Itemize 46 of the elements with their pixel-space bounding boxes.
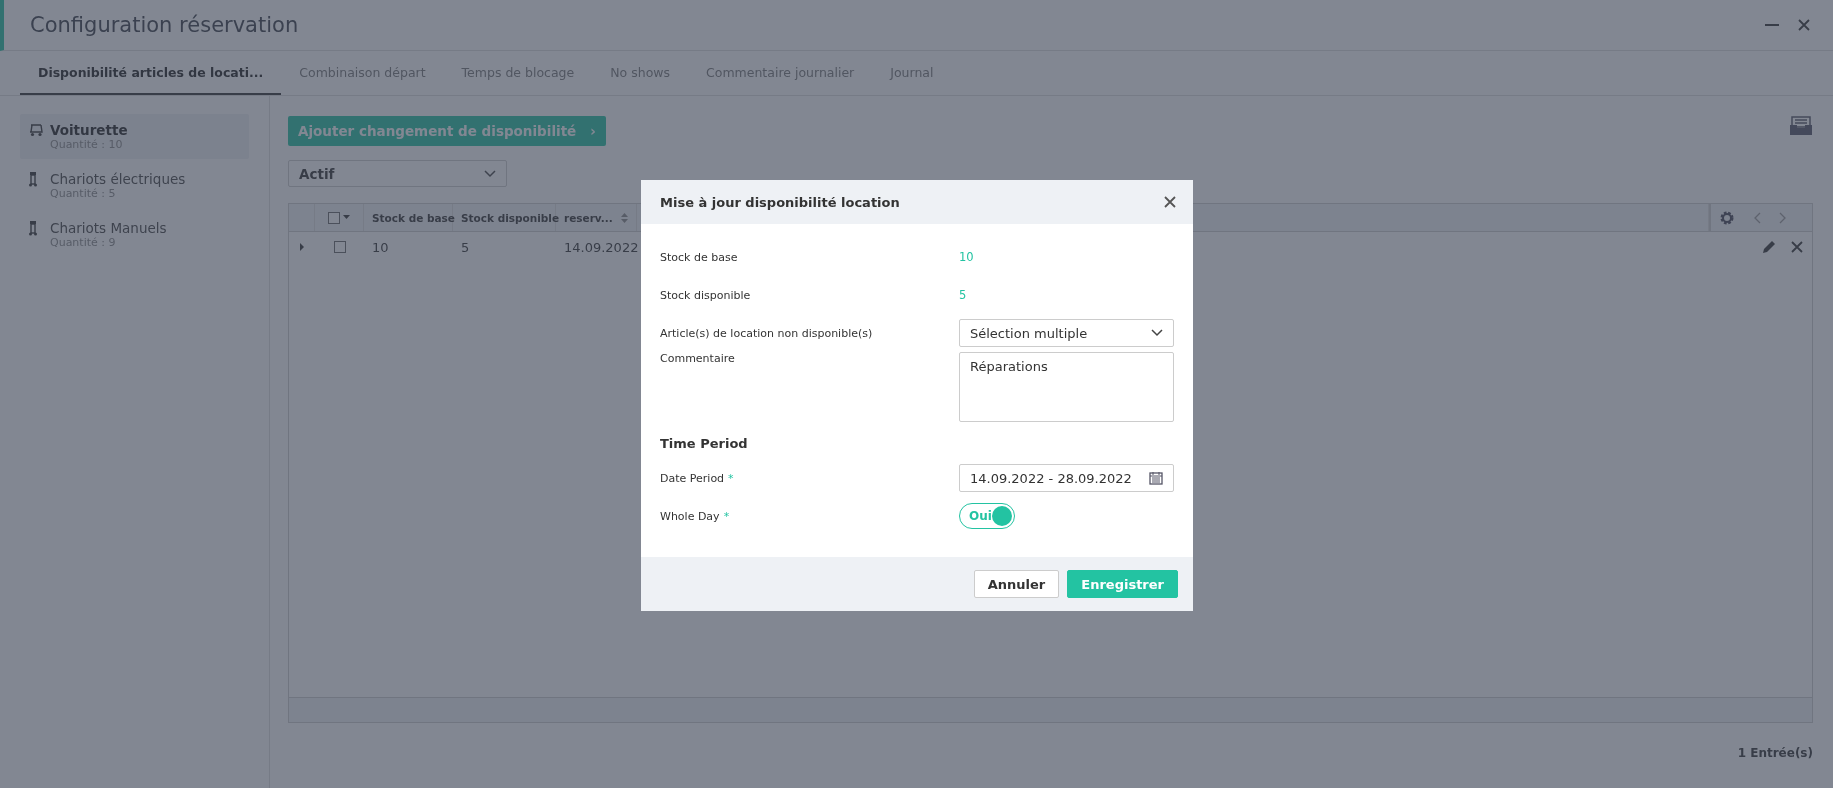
entry-count: 1 Entrée(s): [1737, 746, 1813, 760]
table-cell: 14.09.2022: [564, 239, 639, 255]
sort-icon[interactable]: [621, 212, 628, 223]
dialog-title: Mise à jour disponibilité location: [660, 194, 900, 210]
field-value: 10: [959, 250, 975, 264]
settings-icon[interactable]: [1719, 209, 1735, 226]
chevron-right-icon[interactable]: [1779, 211, 1787, 224]
close-icon[interactable]: [1163, 195, 1177, 209]
chevron-left-icon[interactable]: [1753, 211, 1761, 224]
inbox-tray-icon[interactable]: [1789, 116, 1813, 136]
table-cell: 10: [372, 239, 389, 255]
comment-textarea[interactable]: Réparations: [959, 352, 1174, 422]
field-label: Article(s) de location non disponible(s): [660, 326, 874, 340]
multi-select-dropdown[interactable]: Sélection multiple: [959, 319, 1174, 347]
caret-down-icon[interactable]: [343, 215, 350, 220]
required-mark: *: [728, 471, 734, 485]
golf-cart-icon: [28, 123, 44, 137]
field-label: Stock disponible: [660, 288, 752, 302]
required-mark: *: [723, 509, 730, 523]
pencil-icon[interactable]: [1762, 240, 1776, 254]
date-range-field[interactable]: 14.09.2022 - 28.09.2022: [959, 464, 1174, 492]
row-checkbox[interactable]: [333, 241, 346, 253]
section-heading: Time Period: [660, 436, 749, 451]
calendar-icon[interactable]: [1149, 471, 1163, 485]
expand-arrow-icon[interactable]: [299, 243, 305, 251]
cancel-button[interactable]: Annuler: [973, 570, 1060, 598]
field-label: Date Period: [660, 471, 725, 485]
status-filter-dropdown[interactable]: Actif: [288, 160, 507, 187]
golf-bag-icon: [28, 220, 38, 236]
delete-icon[interactable]: [1790, 240, 1804, 254]
golf-bag-icon: [28, 171, 38, 187]
toggle-switch[interactable]: Oui: [959, 503, 1015, 529]
save-button[interactable]: Enregistrer: [1067, 570, 1178, 598]
table-cell: 5: [461, 239, 470, 255]
close-icon[interactable]: [1797, 18, 1811, 32]
column-header[interactable]: Stock de base: [364, 204, 453, 231]
tab[interactable]: Disponibilité articles de locati...: [20, 51, 282, 95]
select-all-checkbox[interactable]: [328, 211, 340, 224]
field-label: Commentaire: [660, 352, 736, 365]
chevron-down-icon: [1151, 329, 1163, 337]
field-label: Stock de base: [660, 250, 739, 264]
field-label: Whole Day: [660, 509, 720, 523]
window-title: Configuration réservation: [30, 13, 299, 37]
add-availability-button[interactable]: Ajouter changement de disponibilité ›: [288, 116, 606, 146]
chevron-down-icon: [484, 169, 496, 178]
field-value: 5: [959, 288, 968, 302]
